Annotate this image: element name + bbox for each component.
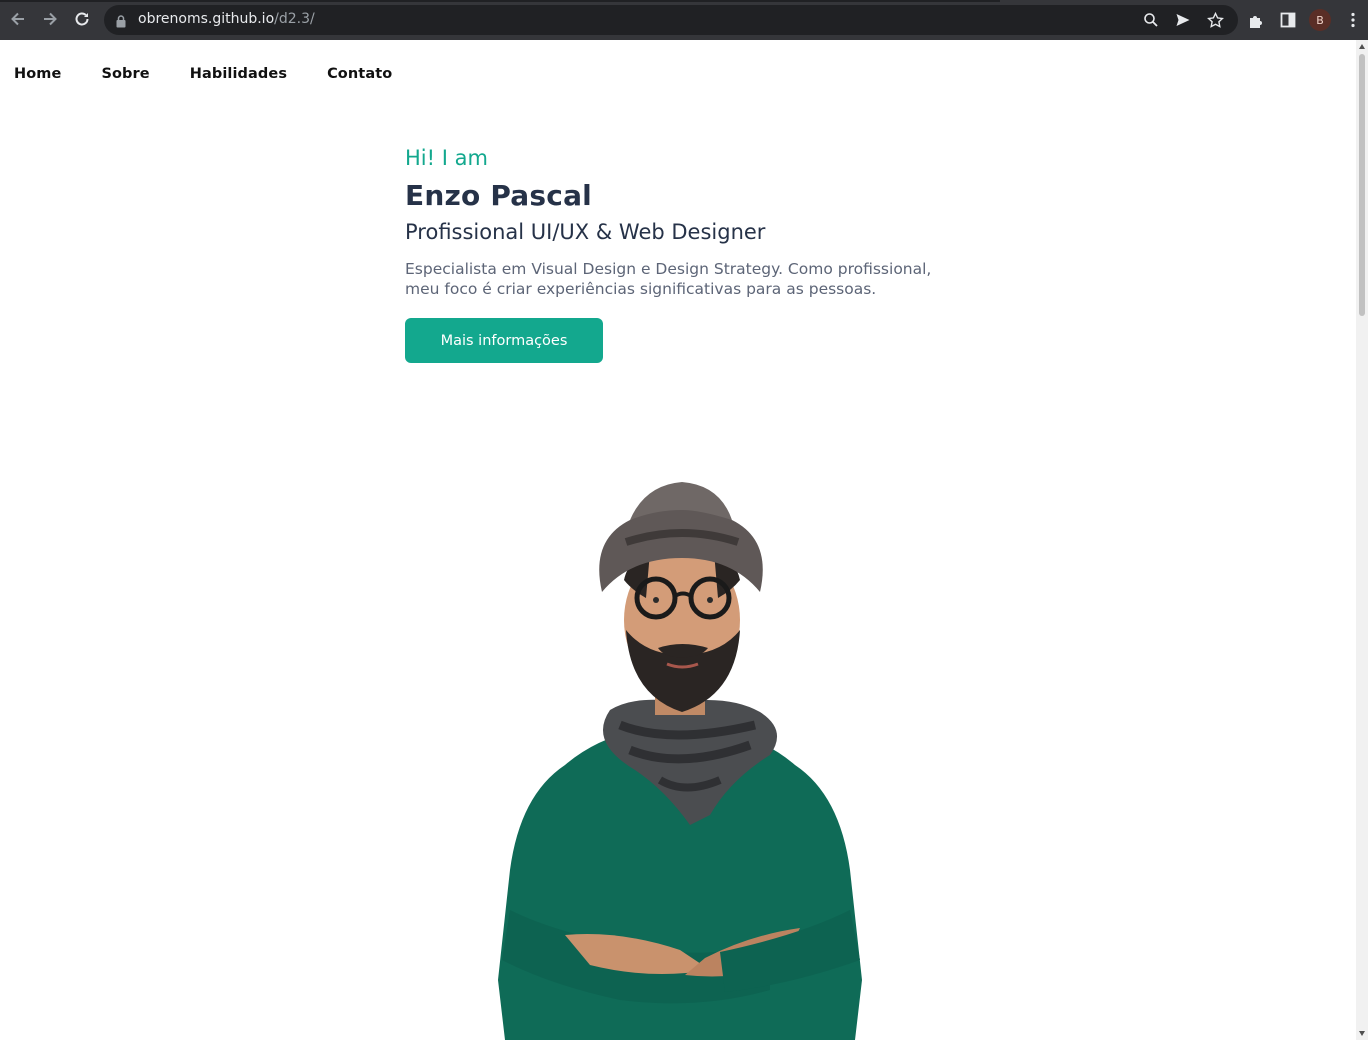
back-icon[interactable] bbox=[7, 8, 29, 30]
hero-greeting: Hi! I am bbox=[405, 146, 488, 170]
page-viewport: Home Sobre Habilidades Contato Hi! I am … bbox=[0, 40, 1356, 1040]
browser-toolbar: obrenoms.github.io/d2.3/ B bbox=[0, 0, 1368, 40]
address-bar[interactable]: obrenoms.github.io/d2.3/ bbox=[104, 5, 1238, 35]
extensions-icon[interactable] bbox=[1245, 9, 1267, 31]
zoom-icon[interactable] bbox=[1142, 11, 1160, 29]
main-nav: Home Sobre Habilidades Contato bbox=[14, 66, 432, 82]
scroll-up-icon[interactable] bbox=[1359, 44, 1365, 49]
profile-avatar[interactable]: B bbox=[1309, 9, 1331, 31]
scroll-down-icon[interactable] bbox=[1359, 1031, 1365, 1036]
lock-icon bbox=[116, 13, 126, 32]
hero-section: Hi! I am Enzo Pascal Profissional UI/UX … bbox=[405, 146, 965, 363]
side-panel-icon[interactable] bbox=[1277, 9, 1299, 31]
reload-icon[interactable] bbox=[71, 8, 93, 30]
scrollbar-thumb[interactable] bbox=[1359, 54, 1365, 316]
send-icon[interactable] bbox=[1174, 11, 1192, 29]
page-scrollbar[interactable] bbox=[1356, 40, 1368, 1040]
hero-role: Profissional UI/UX & Web Designer bbox=[405, 220, 766, 244]
hero-description: Especialista em Visual Design e Design S… bbox=[405, 260, 932, 298]
tab-strip-edge bbox=[0, 0, 1000, 2]
more-info-button[interactable]: Mais informações bbox=[405, 318, 603, 363]
profile-portrait-image bbox=[498, 482, 862, 1040]
url-text: obrenoms.github.io/d2.3/ bbox=[138, 11, 315, 27]
nav-home[interactable]: Home bbox=[14, 66, 61, 82]
url-host: obrenoms.github.io bbox=[138, 11, 275, 27]
kebab-menu-icon[interactable] bbox=[1342, 9, 1364, 31]
forward-icon[interactable] bbox=[39, 8, 61, 30]
nav-habilidades[interactable]: Habilidades bbox=[190, 66, 287, 82]
nav-sobre[interactable]: Sobre bbox=[101, 66, 149, 82]
hero-name: Enzo Pascal bbox=[405, 179, 592, 212]
bookmark-star-icon[interactable] bbox=[1206, 11, 1224, 29]
nav-contato[interactable]: Contato bbox=[327, 66, 392, 82]
url-path: /d2.3/ bbox=[274, 11, 315, 27]
